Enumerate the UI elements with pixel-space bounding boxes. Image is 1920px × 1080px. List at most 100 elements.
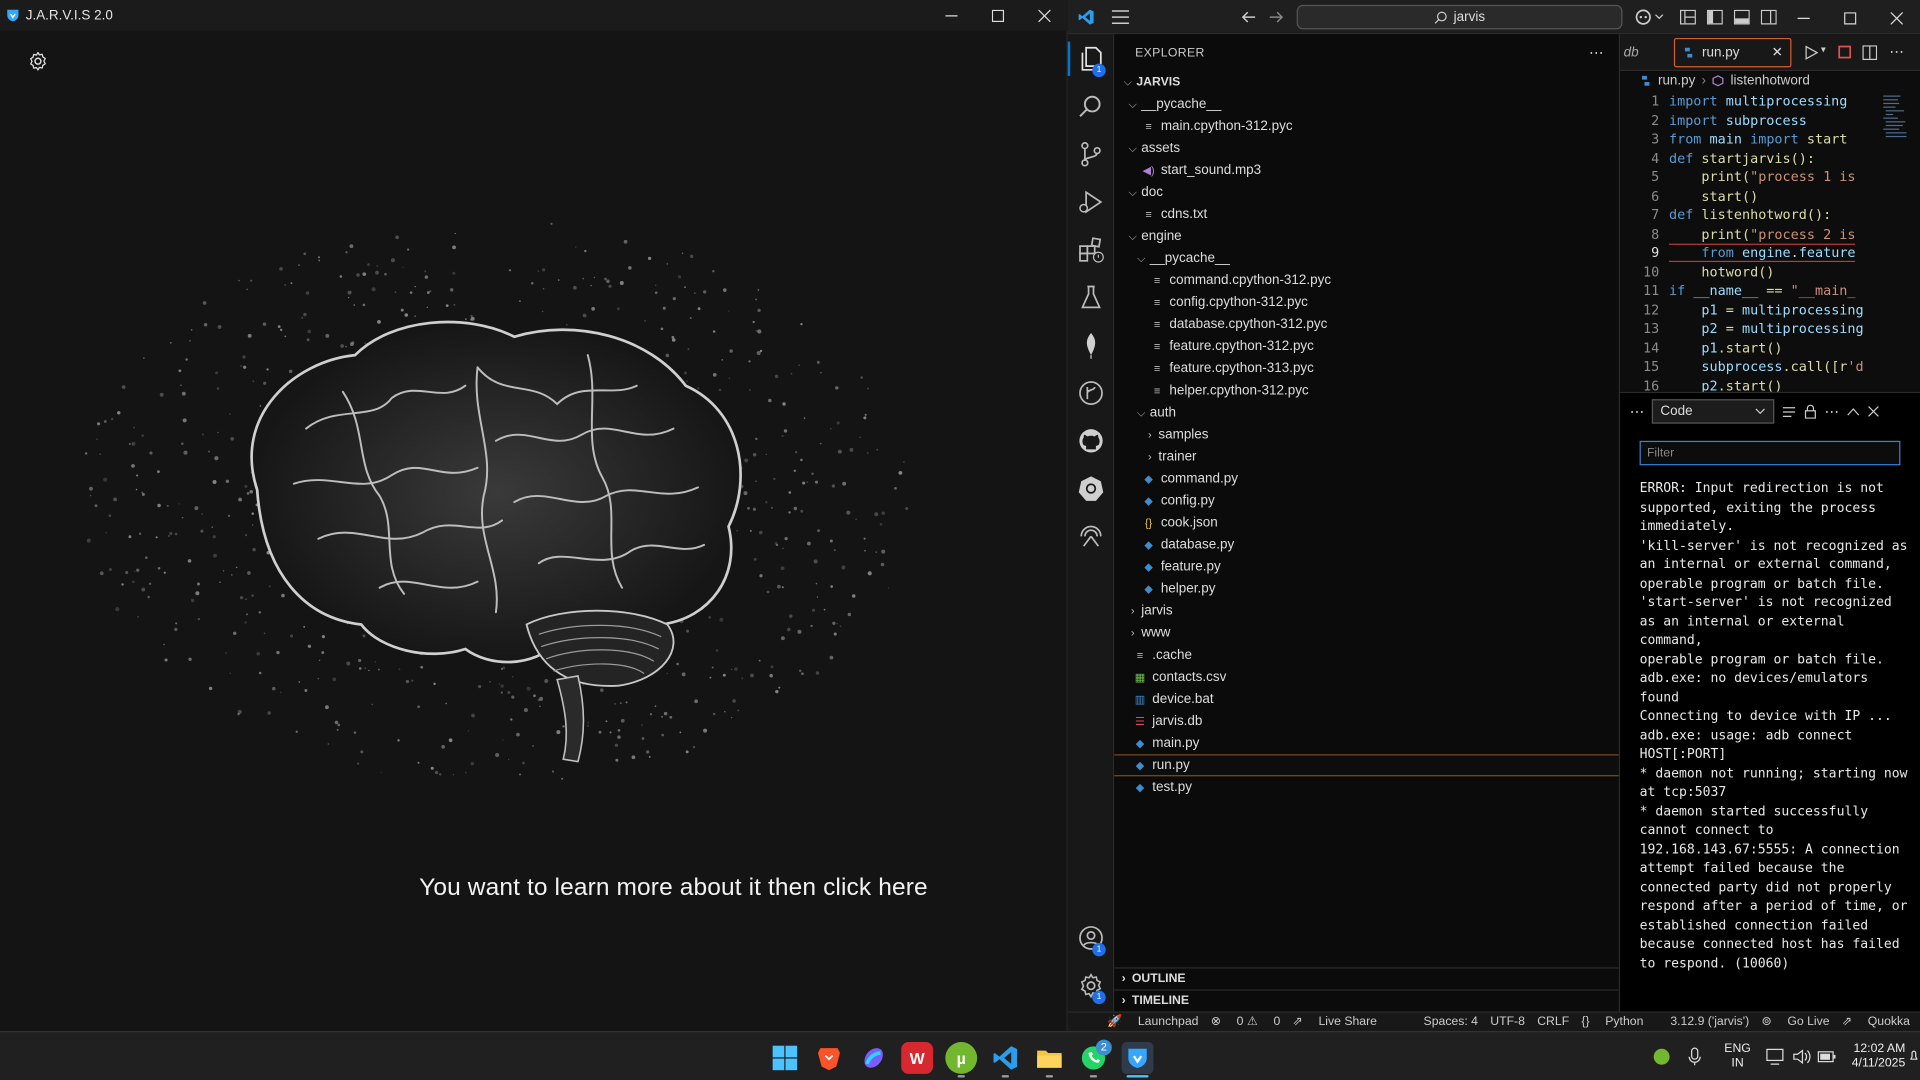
output-filter-input[interactable]: Filter: [1639, 440, 1901, 466]
vscode-close-button[interactable]: [1873, 2, 1920, 33]
tree-file[interactable]: {} cook.json: [1114, 512, 1618, 534]
code-line[interactable]: 1 import multiprocessing: [1620, 92, 1920, 111]
menu-icon[interactable]: [1111, 10, 1129, 25]
network-icon[interactable]: [1766, 1048, 1786, 1065]
toggle-secondary-sidebar-icon[interactable]: [1760, 9, 1777, 25]
run-python-icon[interactable]: [1804, 45, 1819, 60]
eol-status[interactable]: CRLF: [1537, 1015, 1569, 1028]
notification-bell-icon[interactable]: [1910, 1048, 1918, 1065]
vscode-minimize-button[interactable]: [1780, 2, 1827, 33]
run-debug-icon[interactable]: [1076, 187, 1105, 216]
editor-more-icon[interactable]: ⋯: [1889, 43, 1904, 60]
minimize-button[interactable]: [928, 0, 975, 31]
timeline-section[interactable]: › TIMELINE: [1114, 989, 1619, 1011]
clock[interactable]: 12:02 AM 4/11/2025: [1842, 1042, 1906, 1071]
code-line[interactable]: 13 p2 = multiprocessing: [1620, 320, 1920, 339]
quokka-status[interactable]: ⇗ Quokka: [1842, 1015, 1910, 1028]
utorrent-tray-icon[interactable]: [1653, 1048, 1670, 1065]
maximize-button[interactable]: [975, 0, 1022, 31]
tree-folder[interactable]: › jarvis: [1114, 600, 1618, 622]
tree-file[interactable]: ◆ test.py: [1114, 776, 1618, 798]
remote-explorer-icon[interactable]: [1076, 522, 1105, 551]
tree-folder[interactable]: ⌵ doc: [1114, 181, 1618, 203]
file-explorer-button[interactable]: [1033, 1042, 1065, 1074]
copilot-button[interactable]: [857, 1042, 889, 1074]
kubernetes-icon[interactable]: [1076, 474, 1105, 503]
vscode-taskbar-button[interactable]: [989, 1042, 1021, 1074]
code-line[interactable]: 9 from engine.feature: [1620, 243, 1920, 263]
language-indicator[interactable]: ENG IN: [1722, 1042, 1754, 1071]
toggle-panel-icon[interactable]: [1733, 9, 1750, 25]
live-share-status[interactable]: ⇗ Live Share: [1293, 1015, 1377, 1028]
tree-file[interactable]: ☰ jarvis.db: [1114, 710, 1618, 732]
tree-file[interactable]: ≡ feature.cpython-312.pyc: [1114, 336, 1618, 358]
tree-file[interactable]: ≡ feature.cpython-313.pyc: [1114, 358, 1618, 380]
output-channel-select[interactable]: Code: [1651, 399, 1775, 424]
start-button[interactable]: [769, 1042, 801, 1074]
tree-folder[interactable]: › samples: [1114, 424, 1618, 446]
tree-file[interactable]: ◆ helper.py: [1114, 578, 1618, 600]
tree-folder[interactable]: ⌵ __pycache__: [1114, 93, 1618, 115]
tree-folder[interactable]: › www: [1114, 622, 1618, 644]
source-control-icon[interactable]: [1076, 140, 1105, 169]
forward-arrow-icon[interactable]: [1269, 10, 1284, 25]
tab-previous[interactable]: db: [1620, 45, 1664, 60]
tree-file[interactable]: ≡ .cache: [1114, 644, 1618, 666]
wps-office-button[interactable]: W: [901, 1042, 934, 1074]
tree-file[interactable]: ◆ feature.py: [1114, 556, 1618, 578]
breadcrumb-file[interactable]: run.py: [1658, 73, 1695, 88]
code-line[interactable]: 14 p1.start(): [1620, 339, 1920, 358]
more-actions-icon[interactable]: ⋯: [1589, 44, 1604, 61]
tree-file[interactable]: ◆ database.py: [1114, 534, 1618, 556]
code-line[interactable]: 11 if __name__ == "__main_: [1620, 282, 1920, 301]
vscode-maximize-button[interactable]: [1827, 2, 1874, 33]
microphone-icon[interactable]: [1687, 1047, 1702, 1067]
mongodb-leaf-icon[interactable]: [1076, 331, 1105, 360]
tree-file[interactable]: ≡ helper.cpython-312.pyc: [1114, 380, 1618, 402]
toggle-sidebar-icon[interactable]: [1706, 9, 1723, 25]
volume-icon[interactable]: [1793, 1048, 1813, 1065]
battery-icon[interactable]: [1817, 1049, 1837, 1064]
code-line[interactable]: 2 import subprocess: [1620, 111, 1920, 130]
encoding-status[interactable]: UTF-8: [1490, 1015, 1525, 1028]
tree-file[interactable]: ≡ command.cpython-312.pyc: [1114, 269, 1618, 291]
tree-folder[interactable]: ⌵ assets: [1114, 137, 1618, 159]
tab-run-py[interactable]: run.py ✕: [1673, 37, 1792, 67]
command-center-search[interactable]: jarvis: [1296, 4, 1623, 30]
tree-file[interactable]: ◆ config.py: [1114, 490, 1618, 512]
testing-flask-icon[interactable]: [1076, 283, 1105, 312]
git-graph-icon[interactable]: [1076, 378, 1105, 407]
settings-icon[interactable]: [27, 50, 49, 72]
lock-icon[interactable]: [1804, 404, 1817, 419]
tree-folder[interactable]: ⌵ auth: [1114, 402, 1618, 424]
breadcrumb-symbol[interactable]: listenhotword: [1731, 73, 1810, 88]
language-status[interactable]: {} Python: [1581, 1015, 1643, 1028]
maximize-panel-icon[interactable]: [1847, 407, 1860, 417]
panel-more-icon[interactable]: ⋯: [1630, 403, 1645, 420]
split-editor-icon[interactable]: [1862, 45, 1878, 60]
copilot-icon[interactable]: [1635, 9, 1667, 26]
back-arrow-icon[interactable]: [1241, 10, 1257, 25]
code-line[interactable]: 3 from main import start: [1620, 130, 1920, 149]
brave-browser-button[interactable]: [813, 1042, 845, 1074]
interpreter-status[interactable]: 3.12.9 ('jarvis'): [1670, 1015, 1749, 1028]
close-panel-icon[interactable]: [1867, 405, 1879, 417]
launchpad-status[interactable]: 🚀 Launchpad: [1107, 1015, 1199, 1028]
tree-file[interactable]: ▥ device.bat: [1114, 688, 1618, 710]
tree-file[interactable]: ◆ main.py: [1114, 732, 1618, 754]
indentation-status[interactable]: Spaces: 4: [1424, 1015, 1478, 1028]
tree-file[interactable]: ≡ config.cpython-312.pyc: [1114, 291, 1618, 313]
outline-section[interactable]: › OUTLINE: [1114, 967, 1619, 989]
tree-file[interactable]: ≡ cdns.txt: [1114, 203, 1618, 225]
code-line[interactable]: 7 def listenhotword():: [1620, 206, 1920, 225]
code-line[interactable]: 12 p1 = multiprocessing: [1620, 301, 1920, 320]
stop-icon[interactable]: [1838, 45, 1852, 59]
code-line[interactable]: 5 print("process 1 is: [1620, 168, 1920, 187]
word-wrap-icon[interactable]: [1782, 405, 1797, 418]
utorrent-button[interactable]: µ: [945, 1042, 978, 1074]
extensions-icon[interactable]: [1076, 235, 1105, 264]
search-icon[interactable]: [1076, 92, 1105, 121]
tree-folder[interactable]: ⌵ JARVIS: [1114, 71, 1618, 93]
code-line[interactable]: 8 print("process 2 is: [1620, 225, 1920, 244]
tree-folder[interactable]: › trainer: [1114, 446, 1618, 468]
